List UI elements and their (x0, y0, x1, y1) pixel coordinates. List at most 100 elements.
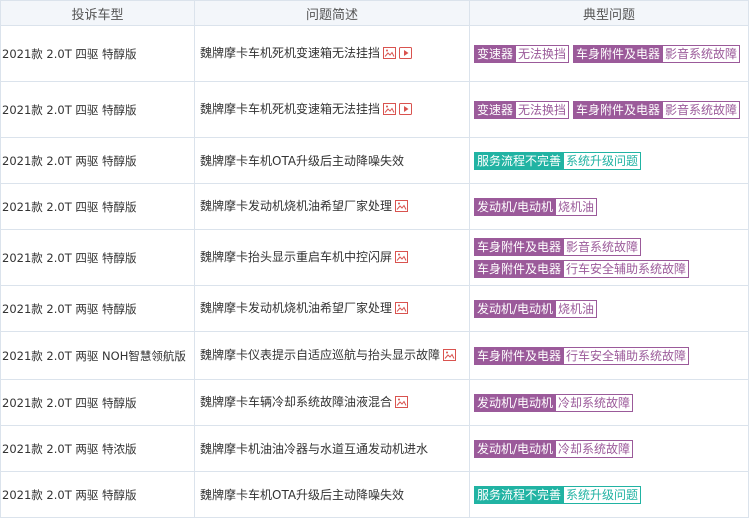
complaint-title-cell: 魏牌摩卡车机OTA升级后主动降噪失效 (194, 137, 470, 184)
image-icon (383, 101, 397, 121)
issue-tag-group: 发动机/电动机 冷却系统故障 (474, 392, 634, 414)
table-body: 2021款 2.0T 四驱 特醇版 魏牌摩卡车机死机变速箱无法挂挡 变速器 无法换挡车… (0, 25, 749, 518)
issue-detail-tag[interactable]: 影音系统故障 (564, 238, 642, 256)
complaint-title-link[interactable]: 魏牌摩卡发动机烧机油希望厂家处理 (200, 199, 392, 213)
issue-tag-group: 车身附件及电器 影音系统故障 (573, 99, 741, 121)
complaint-title-link[interactable]: 魏牌摩卡车机死机变速箱无法挂挡 (200, 46, 380, 60)
table-row[interactable]: 2021款 2.0T 四驱 特醇版 魏牌摩卡车机死机变速箱无法挂挡 变速器 无法换挡车… (0, 81, 749, 138)
car-model-cell: 2021款 2.0T 两驱 NOH智慧领航版 (0, 331, 195, 380)
typical-issues-cell: 发动机/电动机 冷却系统故障 (469, 425, 749, 472)
table-row[interactable]: 2021款 2.0T 两驱 特醇版 魏牌摩卡车机OTA升级后主动降噪失效 服务流程不… (0, 137, 749, 184)
car-model-cell: 2021款 2.0T 四驱 特醇版 (0, 81, 195, 138)
issue-category-tag[interactable]: 车身附件及电器 (474, 260, 565, 278)
header-issues: 典型问题 (469, 0, 749, 26)
issue-detail-tag[interactable]: 行车安全辅助系统故障 (564, 347, 690, 365)
complaint-title-link[interactable]: 魏牌摩卡车机OTA升级后主动降噪失效 (200, 488, 404, 502)
complaint-title-link[interactable]: 魏牌摩卡车辆冷却系统故障油液混合 (200, 395, 392, 409)
complaint-title-link[interactable]: 魏牌摩卡车机OTA升级后主动降噪失效 (200, 154, 404, 168)
complaint-title-cell: 魏牌摩卡车机死机变速箱无法挂挡 (194, 25, 470, 82)
issue-category-tag[interactable]: 发动机/电动机 (474, 198, 557, 216)
complaint-title-cell: 魏牌摩卡车机OTA升级后主动降噪失效 (194, 471, 470, 518)
complaint-title-cell: 魏牌摩卡车辆冷却系统故障油液混合 (194, 379, 470, 426)
complaint-title-cell: 魏牌摩卡发动机烧机油希望厂家处理 (194, 183, 470, 230)
table-row[interactable]: 2021款 2.0T 四驱 特醇版 魏牌摩卡抬头显示重启车机中控闪屏 车身附件及电器… (0, 229, 749, 286)
table-row[interactable]: 2021款 2.0T 两驱 NOH智慧领航版 魏牌摩卡仪表提示自适应巡航与抬头显示… (0, 331, 749, 380)
issue-category-tag[interactable]: 车身附件及电器 (573, 45, 664, 63)
issue-detail-tag[interactable]: 无法换挡 (516, 101, 570, 119)
car-model-cell: 2021款 2.0T 四驱 特醇版 (0, 379, 195, 426)
complaint-title-cell: 魏牌摩卡车机死机变速箱无法挂挡 (194, 81, 470, 138)
issue-detail-tag[interactable]: 烧机油 (556, 198, 598, 216)
issue-tag-group: 变速器 无法换挡 (474, 99, 570, 121)
issue-detail-tag[interactable]: 影音系统故障 (663, 101, 741, 119)
typical-issues-cell: 发动机/电动机 烧机油 (469, 183, 749, 230)
issue-category-tag[interactable]: 发动机/电动机 (474, 440, 557, 458)
issue-detail-tag[interactable]: 行车安全辅助系统故障 (564, 260, 690, 278)
car-model-cell: 2021款 2.0T 两驱 特醇版 (0, 285, 195, 332)
table-row[interactable]: 2021款 2.0T 四驱 特醇版 魏牌摩卡发动机烧机油希望厂家处理 发动机/电动机… (0, 183, 749, 230)
table-row[interactable]: 2021款 2.0T 四驱 特醇版 魏牌摩卡车辆冷却系统故障油液混合 发动机/电动机… (0, 379, 749, 426)
video-icon (399, 45, 413, 65)
table-header-row: 投诉车型 问题简述 典型问题 (0, 0, 749, 26)
complaint-title-cell: 魏牌摩卡机油油冷器与水道互通发动机进水 (194, 425, 470, 472)
issue-category-tag[interactable]: 发动机/电动机 (474, 394, 557, 412)
header-title: 问题简述 (194, 0, 470, 26)
issue-tag-group: 车身附件及电器 影音系统故障 (573, 43, 741, 65)
typical-issues-cell: 变速器 无法换挡 车身附件及电器 影音系统故障 (469, 25, 749, 82)
issue-category-tag[interactable]: 车身附件及电器 (474, 347, 565, 365)
complaints-table: 投诉车型 问题简述 典型问题 2021款 2.0T 四驱 特醇版 魏牌摩卡车机死机… (0, 0, 749, 518)
issue-detail-tag[interactable]: 冷却系统故障 (556, 440, 634, 458)
image-icon (443, 347, 457, 367)
issue-detail-tag[interactable]: 烧机油 (556, 300, 598, 318)
car-model-cell: 2021款 2.0T 两驱 特浓版 (0, 425, 195, 472)
image-icon (383, 45, 397, 65)
car-model-cell: 2021款 2.0T 两驱 特醇版 (0, 471, 195, 518)
issue-category-tag[interactable]: 服务流程不完善 (474, 152, 565, 170)
issue-category-tag[interactable]: 车身附件及电器 (573, 101, 664, 119)
car-model-cell: 2021款 2.0T 四驱 特醇版 (0, 25, 195, 82)
table-row[interactable]: 2021款 2.0T 两驱 特醇版 魏牌摩卡发动机烧机油希望厂家处理 发动机/电动机… (0, 285, 749, 332)
issue-category-tag[interactable]: 变速器 (474, 101, 517, 119)
complaint-title-link[interactable]: 魏牌摩卡抬头显示重启车机中控闪屏 (200, 250, 392, 264)
issue-tag-group: 车身附件及电器 行车安全辅助系统故障 (474, 258, 690, 280)
issue-detail-tag[interactable]: 无法换挡 (516, 45, 570, 63)
typical-issues-cell: 发动机/电动机 冷却系统故障 (469, 379, 749, 426)
complaint-title-link[interactable]: 魏牌摩卡仪表提示自适应巡航与抬头显示故障 (200, 348, 440, 362)
image-icon (395, 394, 409, 414)
header-model: 投诉车型 (0, 0, 195, 26)
table-row[interactable]: 2021款 2.0T 两驱 特醇版 魏牌摩卡车机OTA升级后主动降噪失效 服务流程不… (0, 471, 749, 518)
complaint-title-cell: 魏牌摩卡抬头显示重启车机中控闪屏 (194, 229, 470, 286)
issue-detail-tag[interactable]: 系统升级问题 (564, 152, 642, 170)
typical-issues-cell: 发动机/电动机 烧机油 (469, 285, 749, 332)
issue-detail-tag[interactable]: 影音系统故障 (663, 45, 741, 63)
issue-tag-group: 变速器 无法换挡 (474, 43, 570, 65)
issue-detail-tag[interactable]: 冷却系统故障 (556, 394, 634, 412)
image-icon (395, 249, 409, 269)
issue-category-tag[interactable]: 发动机/电动机 (474, 300, 557, 318)
issue-tag-group: 车身附件及电器 行车安全辅助系统故障 (474, 345, 690, 367)
table-row[interactable]: 2021款 2.0T 两驱 特浓版 魏牌摩卡机油油冷器与水道互通发动机进水 发动机/… (0, 425, 749, 472)
car-model-cell: 2021款 2.0T 两驱 特醇版 (0, 137, 195, 184)
issue-detail-tag[interactable]: 系统升级问题 (564, 486, 642, 504)
image-icon (395, 198, 409, 218)
typical-issues-cell: 服务流程不完善 系统升级问题 (469, 471, 749, 518)
typical-issues-cell: 服务流程不完善 系统升级问题 (469, 137, 749, 184)
table-row[interactable]: 2021款 2.0T 四驱 特醇版 魏牌摩卡车机死机变速箱无法挂挡 变速器 无法换挡车… (0, 25, 749, 82)
issue-category-tag[interactable]: 变速器 (474, 45, 517, 63)
issue-tag-group: 发动机/电动机 冷却系统故障 (474, 438, 634, 460)
complaint-title-link[interactable]: 魏牌摩卡发动机烧机油希望厂家处理 (200, 301, 392, 315)
issue-tag-group: 发动机/电动机 烧机油 (474, 298, 598, 320)
typical-issues-cell: 车身附件及电器 影音系统故障车身附件及电器 行车安全辅助系统故障 (469, 229, 749, 286)
typical-issues-cell: 变速器 无法换挡 车身附件及电器 影音系统故障 (469, 81, 749, 138)
issue-tag-group: 发动机/电动机 烧机油 (474, 196, 598, 218)
issue-category-tag[interactable]: 车身附件及电器 (474, 238, 565, 256)
complaint-title-link[interactable]: 魏牌摩卡车机死机变速箱无法挂挡 (200, 102, 380, 116)
video-icon (399, 101, 413, 121)
car-model-cell: 2021款 2.0T 四驱 特醇版 (0, 229, 195, 286)
issue-tag-group: 车身附件及电器 影音系统故障 (474, 236, 642, 258)
issue-category-tag[interactable]: 服务流程不完善 (474, 486, 565, 504)
complaint-title-cell: 魏牌摩卡仪表提示自适应巡航与抬头显示故障 (194, 331, 470, 380)
issue-tag-group: 服务流程不完善 系统升级问题 (474, 484, 642, 506)
complaint-title-cell: 魏牌摩卡发动机烧机油希望厂家处理 (194, 285, 470, 332)
complaint-title-link[interactable]: 魏牌摩卡机油油冷器与水道互通发动机进水 (200, 442, 428, 456)
